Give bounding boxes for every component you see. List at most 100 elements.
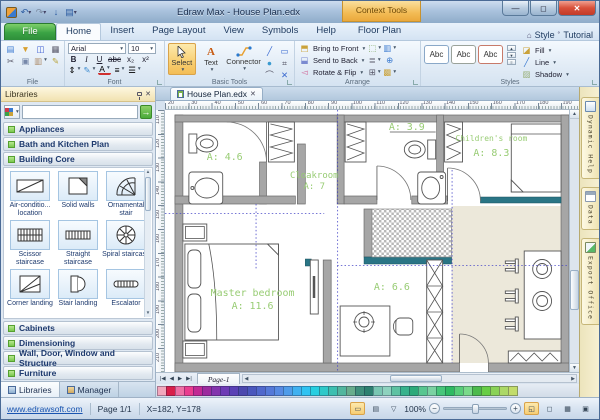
shape-solid-walls[interactable]: Solid walls <box>54 170 102 219</box>
cut-icon[interactable]: ✂ <box>4 55 17 67</box>
floor-plan[interactable]: A: 4.6 Cloakroom A: 7 A: 3.9 Children's … <box>165 110 569 372</box>
zoom-out-button[interactable]: − <box>429 403 440 414</box>
copy-icon[interactable]: ▣ <box>19 55 32 67</box>
scroll-down-icon[interactable]: ▼ <box>570 363 579 372</box>
font-color-icon[interactable]: A▾ <box>98 65 111 75</box>
library-group-building-core[interactable]: Building Core <box>3 152 153 166</box>
horizontal-scrollbar[interactable]: ◀ ▶ <box>242 374 577 383</box>
style-preview-1[interactable]: Abc <box>424 45 449 64</box>
tab-libraries[interactable]: Libraries <box>1 382 60 397</box>
tab-help[interactable]: Help <box>307 23 345 40</box>
study-furniture[interactable] <box>340 260 442 363</box>
tab-home[interactable]: Home <box>56 23 101 40</box>
minimize-button[interactable]: — <box>502 1 529 16</box>
connector-tool-button[interactable]: Connector ▾ <box>226 43 261 75</box>
file-menu-button[interactable]: File <box>4 23 56 40</box>
bullet-list-icon[interactable]: ☰▾ <box>128 64 141 76</box>
shape-stair-landing[interactable]: Stair landing <box>54 268 102 317</box>
superscript-button[interactable]: x² <box>139 55 152 64</box>
shape-spiral-staircase[interactable]: Spiral staircase <box>102 219 150 268</box>
maximize-button[interactable]: ◻ <box>530 1 557 16</box>
library-group-furniture[interactable]: Furniture <box>3 366 153 380</box>
document-properties-button[interactable]: ▤▾ <box>64 5 78 20</box>
scroll-right-icon[interactable]: ▶ <box>571 376 575 382</box>
shape-escalator[interactable]: Escalator <box>102 268 150 317</box>
tab-manager[interactable]: Manager <box>60 382 120 397</box>
shape-air-condition-location[interactable]: Air-conditio... location <box>6 170 54 219</box>
paste-icon[interactable]: ▥▾ <box>34 55 47 67</box>
align-shapes-icon[interactable]: ⊞▾ <box>368 67 381 79</box>
crop-icon[interactable]: ⌗ <box>278 58 291 70</box>
tab-view[interactable]: View <box>214 23 252 40</box>
shape-cell-partial[interactable] <box>102 317 150 319</box>
page-tab[interactable]: Page-1 <box>197 373 241 384</box>
grid-toggle-button[interactable]: ▦ <box>560 402 575 415</box>
fit-view-button[interactable]: ▤ <box>368 402 383 415</box>
fit-page-button[interactable]: ◱ <box>524 402 539 415</box>
scroll-left-icon[interactable]: ◀ <box>244 376 248 382</box>
styles-scroll-up-icon[interactable]: ▲ <box>507 45 516 51</box>
tab-page-layout[interactable]: Page Layout <box>143 23 214 40</box>
styles-scroll-down-icon[interactable]: ▼ <box>507 52 516 58</box>
balcony-hatch[interactable] <box>372 209 452 257</box>
tab-insert[interactable]: Insert <box>101 23 143 40</box>
print-icon[interactable]: ▦ <box>49 43 62 55</box>
library-search-input[interactable] <box>22 105 138 119</box>
library-group-appliances[interactable]: Appliances <box>3 122 153 136</box>
style-preview-3[interactable]: Abc <box>478 45 503 64</box>
zoom-in-button[interactable]: + <box>510 403 521 414</box>
zoom-slider-knob[interactable] <box>472 404 479 414</box>
prev-page-icon[interactable]: ◀ <box>168 376 176 382</box>
next-page-icon[interactable]: ▶ <box>176 376 184 382</box>
fullscreen-button[interactable]: ▣ <box>578 402 593 415</box>
document-tab[interactable]: House Plan.edx ✕ <box>170 87 263 100</box>
highlight-color-icon[interactable]: ✎▾ <box>83 64 96 76</box>
color-swatch[interactable] <box>508 386 518 396</box>
format-painter-icon[interactable]: ✎ <box>49 55 62 67</box>
bring-to-front-button[interactable]: ⬒ Bring to Front▾ <box>298 43 365 54</box>
layout-columns-icon[interactable]: ▥▾ <box>383 43 396 55</box>
search-go-button[interactable]: → <box>140 105 152 119</box>
tab-floor-plan[interactable]: Floor Plan <box>349 23 410 40</box>
zoom-slider[interactable] <box>443 407 507 410</box>
center-canvas-icon[interactable]: ⊕ <box>383 55 396 67</box>
shape-corner-landing[interactable]: Corner landing <box>6 268 54 317</box>
font-size-select[interactable]: 10▾ <box>128 43 156 54</box>
distribute-icon[interactable]: ≣▾ <box>368 55 381 67</box>
shape-gallery-scrollbar[interactable]: ▲▼ <box>144 169 151 317</box>
library-group-bath-kitchen[interactable]: Bath and Kitchen Plan <box>3 137 153 151</box>
rectangle-shape-icon[interactable]: ▭ <box>278 46 291 58</box>
close-panel-icon[interactable]: ✕ <box>145 90 151 98</box>
styles-gallery-icon[interactable]: ≡ <box>507 59 516 65</box>
redo-button[interactable]: ↷▾ <box>34 5 48 20</box>
tab-export-office[interactable]: Export Office <box>581 238 599 325</box>
open-folder-icon[interactable]: ▼ <box>19 43 32 55</box>
lock-icon[interactable]: ▩▾ <box>383 67 396 79</box>
last-page-icon[interactable]: ▶| <box>184 376 194 382</box>
align-text-icon[interactable]: ≡▾ <box>113 64 126 76</box>
rotate-flip-button[interactable]: ◅ Rotate & Flip▾ <box>298 67 365 78</box>
library-group-wall-door-window[interactable]: Wall, Door, Window and Structure <box>3 351 153 365</box>
new-document-icon[interactable]: ▤ <box>4 43 17 55</box>
style-menu[interactable]: Style <box>535 30 555 40</box>
tab-symbols[interactable]: Symbols <box>253 23 307 40</box>
edrawsoft-link[interactable]: www.edrawsoft.com <box>7 404 83 414</box>
app-logo-icon[interactable] <box>4 5 18 20</box>
drawing-canvas[interactable]: A: 4.6 Cloakroom A: 7 A: 3.9 Children's … <box>165 110 569 372</box>
font-name-select[interactable]: Arial▾ <box>68 43 126 54</box>
line-style-button[interactable]: ╱ Line▾ <box>520 57 569 68</box>
shape-ornamental-stair[interactable]: Ornamental stair <box>102 170 150 219</box>
underline-button[interactable]: U <box>94 55 105 64</box>
undo-button[interactable]: ↶▾ <box>19 5 33 20</box>
close-button[interactable]: ✕ <box>558 1 596 16</box>
subscript-button[interactable]: x₂ <box>124 55 137 64</box>
strikethrough-button[interactable]: abc <box>107 55 122 64</box>
shape-straight-staircase[interactable]: Straight staircase <box>54 219 102 268</box>
tab-data[interactable]: Data <box>581 187 599 230</box>
shape-scissor-staircase[interactable]: Scissor staircase <box>6 219 54 268</box>
style-preview-2[interactable]: Abc <box>451 45 476 64</box>
close-document-icon[interactable]: ✕ <box>250 90 256 98</box>
group-shapes-icon[interactable]: ⬚▾ <box>368 43 381 55</box>
pin-icon[interactable] <box>137 92 142 96</box>
shape-cell-partial[interactable] <box>6 317 54 319</box>
